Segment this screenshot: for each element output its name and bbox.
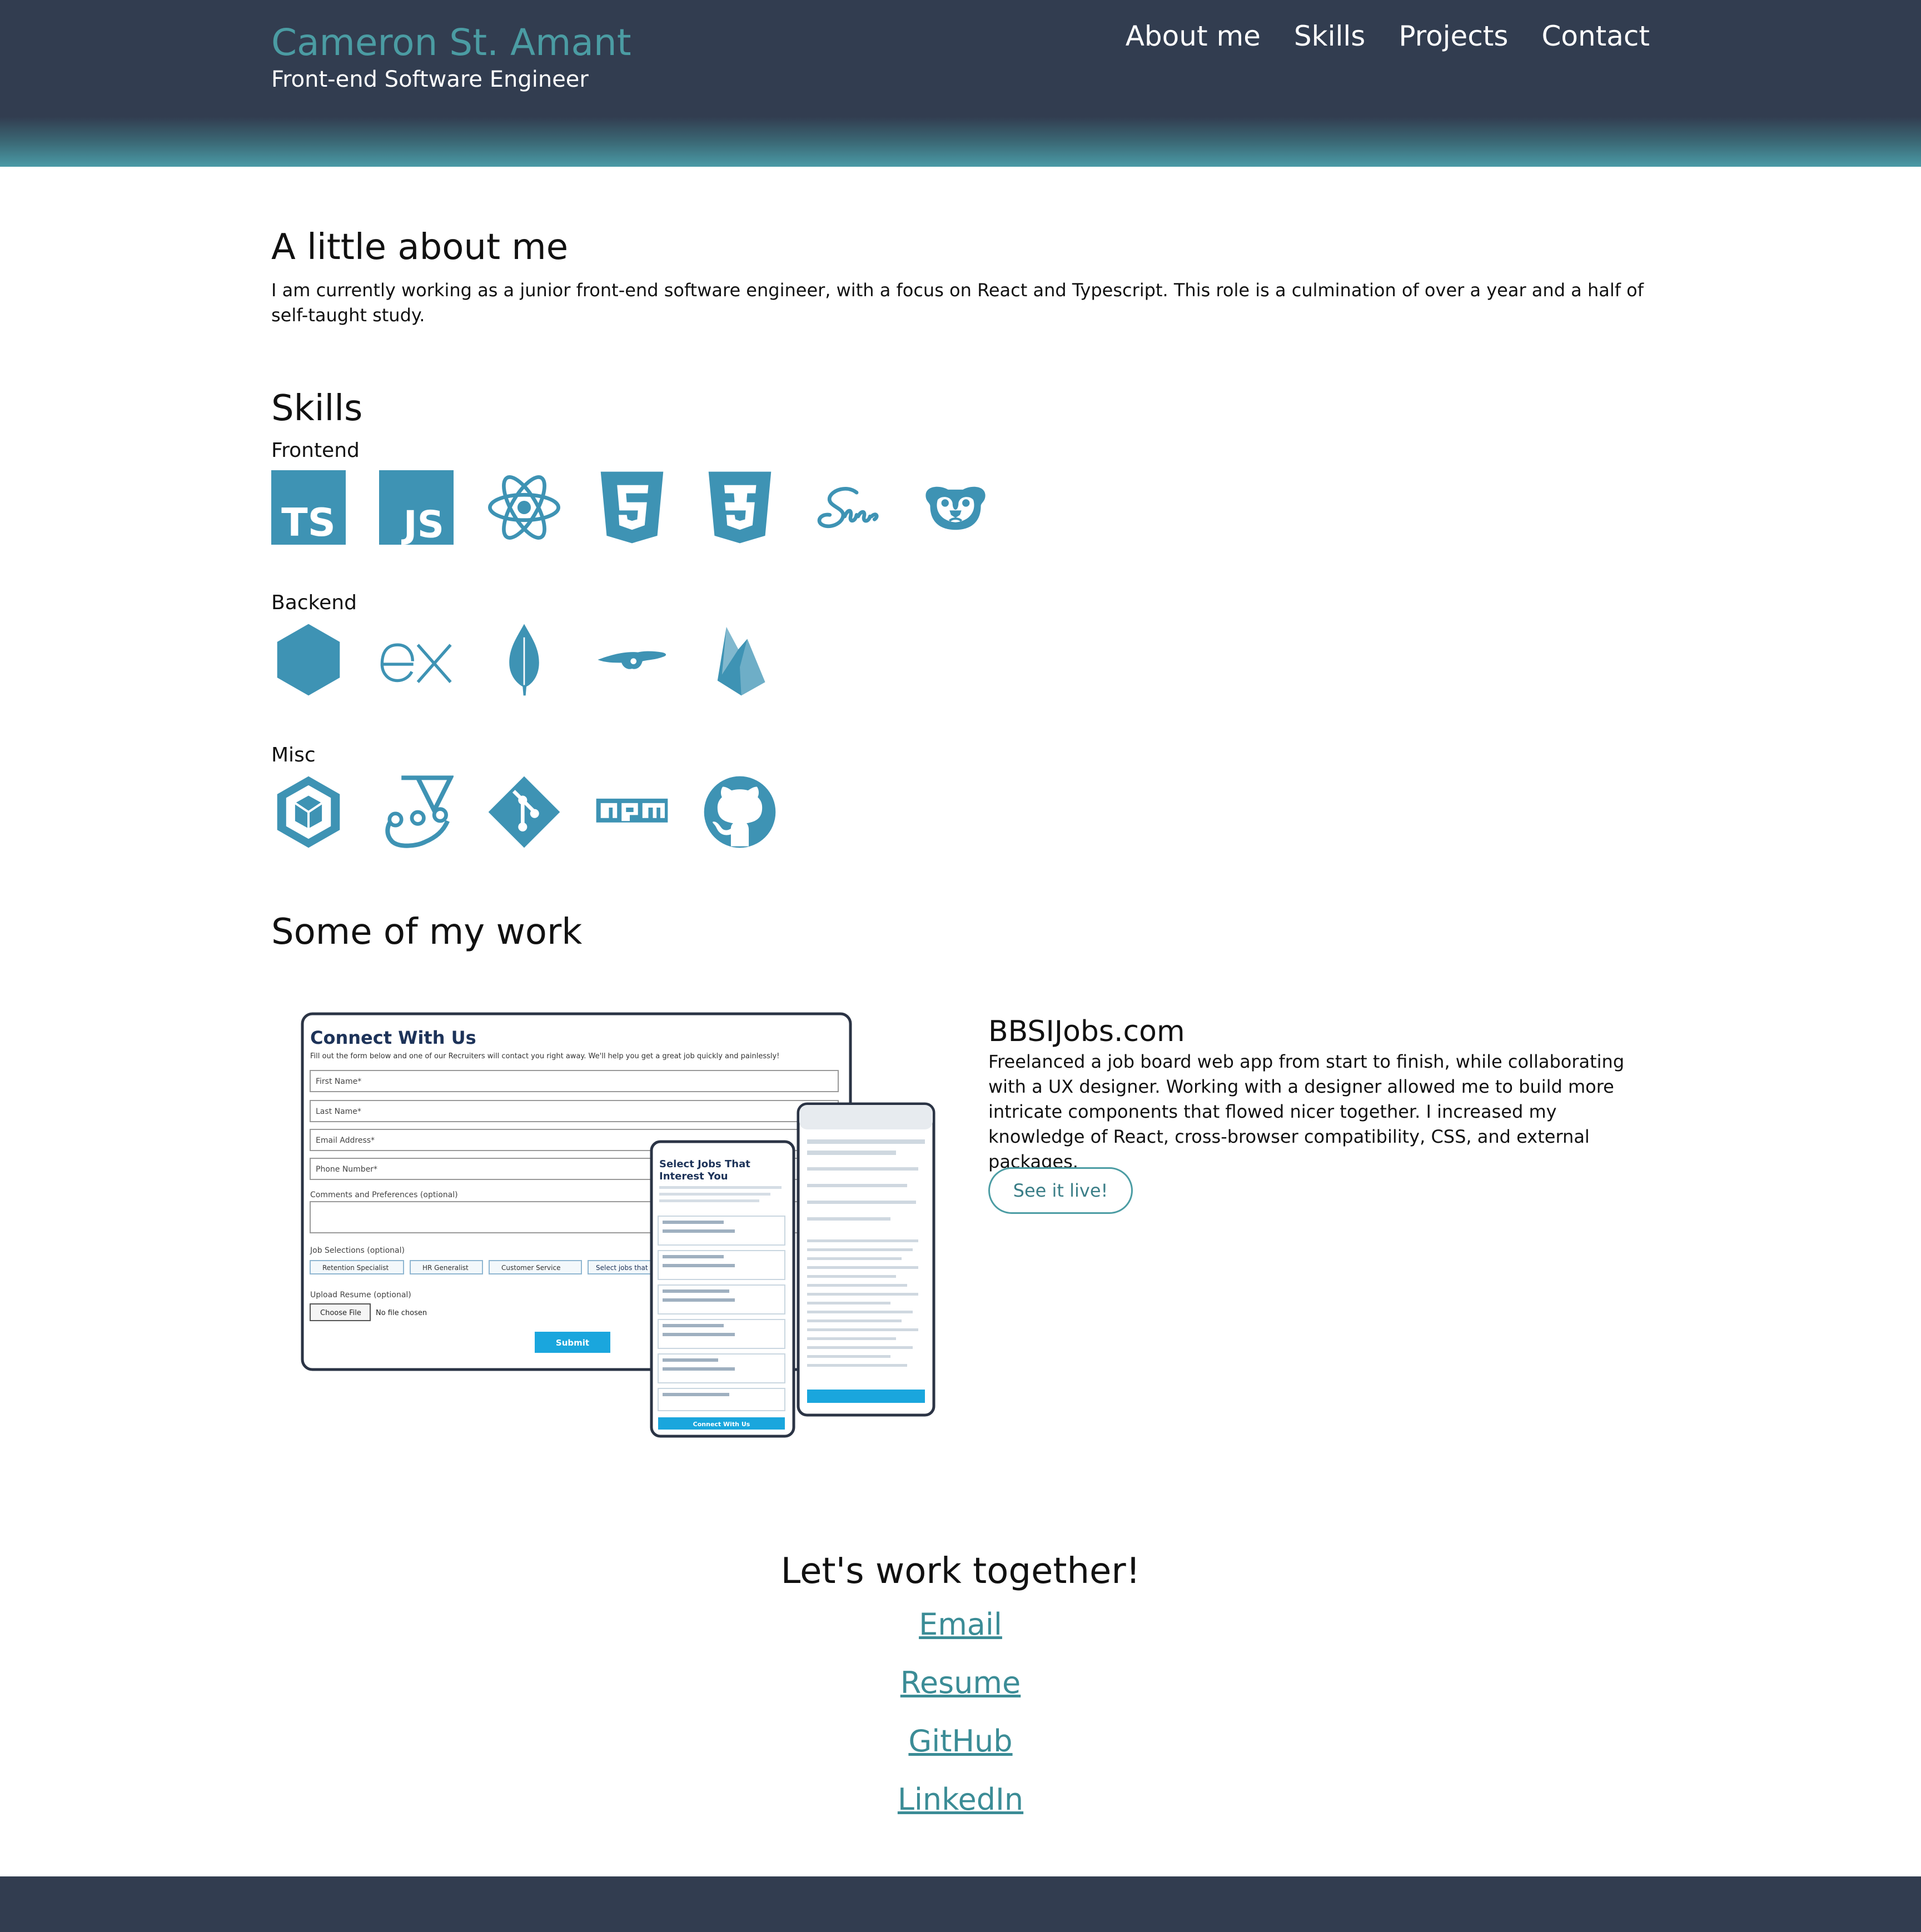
svg-text:JS: JS bbox=[401, 503, 444, 545]
see-it-live-button[interactable]: See it live! bbox=[988, 1167, 1133, 1214]
project-screenshot[interactable]: Connect With Us Fill out the form below … bbox=[289, 1000, 945, 1445]
frontend-label: Frontend bbox=[271, 439, 360, 462]
svg-text:Submit: Submit bbox=[556, 1338, 589, 1348]
frontend-icons: TS JS bbox=[271, 470, 993, 545]
svg-text:Comments and Preferences (opti: Comments and Preferences (optional) bbox=[310, 1191, 458, 1199]
github-icon bbox=[703, 775, 777, 849]
svg-text:Retention Specialist: Retention Specialist bbox=[322, 1264, 389, 1272]
project-title: BBSIJobs.com bbox=[988, 1015, 1185, 1048]
jest-icon bbox=[379, 775, 454, 849]
email-link[interactable]: Email bbox=[0, 1595, 1921, 1654]
mongodb-icon bbox=[487, 623, 561, 697]
nav-skills[interactable]: Skills bbox=[1294, 20, 1365, 52]
svg-text:TS: TS bbox=[281, 500, 336, 545]
webpack-icon bbox=[271, 775, 346, 849]
site-footer bbox=[0, 1876, 1921, 1932]
skills-heading: Skills bbox=[271, 388, 363, 429]
nodejs-icon bbox=[271, 623, 346, 697]
svg-text:Select Jobs That: Select Jobs That bbox=[659, 1158, 750, 1170]
github-link[interactable]: GitHub bbox=[0, 1712, 1921, 1770]
pug-icon bbox=[918, 470, 993, 545]
svg-text:Choose File: Choose File bbox=[320, 1309, 361, 1317]
contact-heading: Let's work together! bbox=[780, 1551, 1141, 1592]
backend-label: Backend bbox=[271, 591, 357, 614]
svg-text:First Name*: First Name* bbox=[316, 1077, 361, 1086]
contact-links: Email Resume GitHub LinkedIn bbox=[0, 1595, 1921, 1829]
svg-text:No file chosen: No file chosen bbox=[376, 1309, 427, 1317]
about-text: I am currently working as a junior front… bbox=[271, 280, 1644, 326]
svg-text:Customer Service: Customer Service bbox=[501, 1264, 560, 1272]
svg-text:Select jobs that i: Select jobs that i bbox=[596, 1264, 652, 1272]
sass-icon bbox=[810, 470, 885, 545]
projects-heading: Some of my work bbox=[271, 912, 583, 953]
misc-icons bbox=[271, 775, 777, 849]
css3-icon bbox=[703, 470, 777, 545]
react-icon bbox=[487, 470, 561, 545]
svg-text:Upload Resume (optional): Upload Resume (optional) bbox=[310, 1291, 411, 1299]
nav-about-me[interactable]: About me bbox=[1126, 20, 1261, 52]
main-nav: About me Skills Projects Contact bbox=[1126, 20, 1650, 52]
about-heading: A little about me bbox=[271, 227, 569, 268]
mongoose-icon bbox=[595, 623, 669, 697]
mock-form-title: Connect With Us bbox=[310, 1027, 476, 1048]
express-icon bbox=[379, 623, 454, 697]
npm-icon bbox=[595, 775, 669, 849]
site-owner-name[interactable]: Cameron St. Amant bbox=[271, 21, 631, 64]
resume-link[interactable]: Resume bbox=[0, 1654, 1921, 1712]
javascript-icon: JS bbox=[379, 470, 454, 545]
linkedin-link[interactable]: LinkedIn bbox=[0, 1770, 1921, 1829]
svg-text:Phone Number*: Phone Number* bbox=[316, 1165, 377, 1174]
svg-text:HR Generalist: HR Generalist bbox=[422, 1264, 469, 1272]
site-header: Cameron St. Amant Front-end Software Eng… bbox=[0, 0, 1921, 167]
backend-icons bbox=[271, 623, 777, 697]
svg-text:Job Selections (optional): Job Selections (optional) bbox=[310, 1246, 405, 1255]
nav-contact[interactable]: Contact bbox=[1541, 20, 1650, 52]
mock-form-intro: Fill out the form below and one of our R… bbox=[310, 1052, 779, 1060]
firebase-icon bbox=[703, 623, 777, 697]
svg-text:Email Address*: Email Address* bbox=[316, 1136, 375, 1145]
misc-label: Misc bbox=[271, 744, 316, 766]
git-icon bbox=[487, 775, 561, 849]
project-description: Freelanced a job board web app from star… bbox=[988, 1051, 1625, 1172]
svg-text:Connect With Us: Connect With Us bbox=[693, 1421, 750, 1428]
bbsi-mockup: Connect With Us Fill out the form below … bbox=[301, 1012, 935, 1438]
nav-projects[interactable]: Projects bbox=[1399, 20, 1508, 52]
svg-text:Last Name*: Last Name* bbox=[316, 1107, 361, 1116]
typescript-icon: TS bbox=[271, 470, 346, 545]
site-owner-title: Front-end Software Engineer bbox=[271, 67, 589, 92]
svg-text:Interest You: Interest You bbox=[659, 1171, 728, 1182]
html5-icon bbox=[595, 470, 669, 545]
